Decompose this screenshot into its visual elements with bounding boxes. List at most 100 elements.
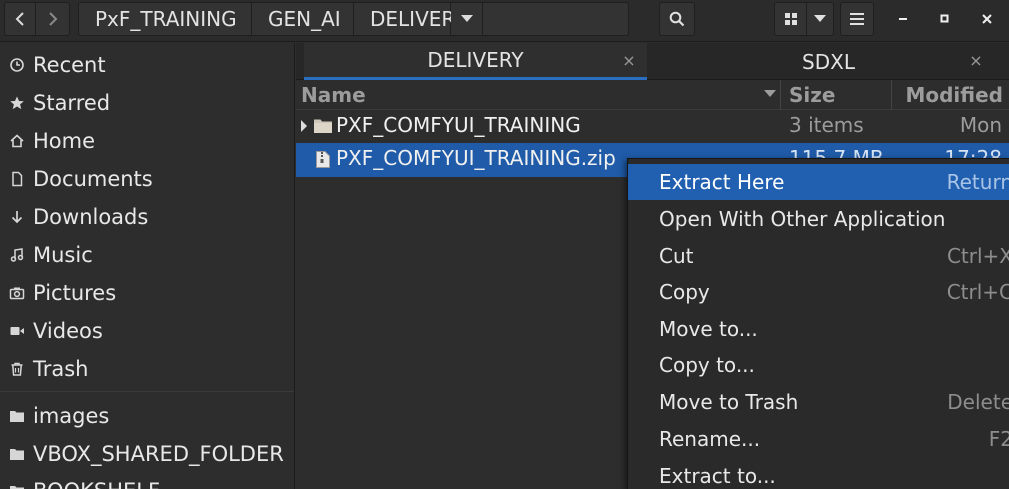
sort-descending-icon [764, 90, 776, 97]
menu-item-label: Open With Other Application [659, 207, 946, 231]
context-menu: Extract Here Return Open With Other Appl… [627, 158, 1009, 489]
file-name: PXF_COMFYUI_TRAINING.zip [336, 146, 616, 170]
breadcrumb-item[interactable]: GEN_AI [252, 2, 354, 36]
search-button[interactable] [659, 2, 695, 36]
close-icon[interactable]: × [968, 51, 984, 70]
breadcrumb-item[interactable]: PxF_TRAINING [78, 2, 252, 36]
sidebar-bookmark-vbox-shared-folder[interactable]: VBOX_SHARED_FOLDER [0, 436, 294, 472]
tab-label: SDXL [802, 49, 855, 74]
sidebar-item-downloads[interactable]: Downloads [0, 199, 294, 235]
maximize-button[interactable] [930, 6, 960, 32]
search-icon [669, 11, 685, 27]
close-button[interactable] [972, 6, 1002, 32]
sidebar-item-documents[interactable]: Documents [0, 161, 294, 197]
sidebar-item-label: VBOX_SHARED_FOLDER [33, 442, 284, 466]
sidebar-item-label: Downloads [33, 205, 149, 229]
menu-item-extract-to[interactable]: Extract to... [628, 458, 1009, 489]
forward-button[interactable] [36, 2, 70, 36]
file-row[interactable]: PXF_COMFYUI_TRAINING 3 items Mon [296, 110, 1009, 144]
hamburger-menu-icon [850, 13, 864, 25]
menu-item-shortcut: Return [946, 170, 1009, 194]
clock-icon [9, 57, 25, 73]
main-menu-button[interactable] [840, 2, 874, 36]
sidebar-item-home[interactable]: Home [0, 123, 294, 159]
menu-item-copy-to[interactable]: Copy to... [628, 347, 1009, 383]
column-label: Modified [905, 83, 1003, 107]
sidebar-item-label: BOOKSHELF [33, 479, 160, 489]
menu-item-label: Move to Trash [659, 390, 799, 414]
breadcrumb-dropdown-button[interactable] [451, 2, 483, 36]
view-toggle-button[interactable] [774, 2, 807, 36]
sidebar-item-starred[interactable]: Starred [0, 85, 294, 121]
column-label: Name [301, 83, 366, 107]
menu-item-label: Copy to... [659, 353, 755, 377]
home-icon [9, 133, 25, 149]
back-button[interactable] [4, 2, 36, 36]
sidebar-item-label: Music [33, 243, 93, 267]
breadcrumb-item[interactable]: DELIVERY [354, 2, 466, 36]
caret-down-icon [460, 15, 473, 22]
sidebar-item-label: Starred [33, 91, 111, 115]
sidebar-item-label: Trash [33, 357, 89, 381]
star-icon [9, 95, 25, 111]
download-icon [9, 209, 25, 225]
menu-item-label: Move to... [659, 317, 758, 341]
music-icon [9, 247, 25, 263]
column-name[interactable]: Name [301, 80, 779, 110]
trash-icon [9, 361, 25, 377]
sidebar-item-label: images [33, 404, 110, 428]
chevron-left-icon [15, 12, 24, 26]
breadcrumb-empty-area[interactable] [483, 2, 629, 36]
view-options-button[interactable] [807, 2, 834, 36]
file-size: 3 items [789, 113, 864, 137]
chevron-right-icon [48, 12, 57, 26]
column-label: Size [789, 83, 836, 107]
menu-item-label: Cut [659, 244, 694, 268]
breadcrumb: PxF_TRAINING GEN_AI DELIVERY [78, 2, 629, 36]
tab-label: DELIVERY [427, 48, 524, 72]
folder-icon [9, 483, 25, 489]
column-header: Name Size Modified [296, 80, 1009, 110]
menu-item-shortcut: Delete [947, 390, 1009, 414]
sidebar-item-recent[interactable]: Recent [0, 47, 294, 83]
menu-item-open-with[interactable]: Open With Other Application [628, 201, 1009, 237]
menu-item-shortcut: Ctrl+C [946, 280, 1009, 304]
sidebar-item-label: Videos [33, 319, 103, 343]
tab-delivery[interactable]: DELIVERY × [304, 43, 647, 80]
tab-sdxl[interactable]: SDXL × [648, 43, 1009, 80]
sidebar-item-pictures[interactable]: Pictures [0, 275, 294, 311]
menu-item-rename[interactable]: Rename... F2 [628, 421, 1009, 457]
sidebar-item-label: Documents [33, 167, 153, 191]
tab-bar: DELIVERY × SDXL × [296, 43, 1009, 80]
menu-item-move-to[interactable]: Move to... [628, 311, 1009, 347]
menu-item-cut[interactable]: Cut Ctrl+X [628, 238, 1009, 274]
menu-item-label: Extract Here [659, 170, 785, 194]
sidebar-item-label: Home [33, 129, 96, 153]
menu-item-extract-here[interactable]: Extract Here Return [628, 164, 1009, 200]
column-size[interactable]: Size [780, 80, 890, 110]
expand-arrow-icon[interactable] [300, 120, 308, 132]
menu-item-copy[interactable]: Copy Ctrl+C [628, 274, 1009, 310]
file-name: PXF_COMFYUI_TRAINING [336, 113, 581, 137]
sidebar-item-trash[interactable]: Trash [0, 351, 294, 387]
menu-item-shortcut: Ctrl+X [946, 244, 1009, 268]
close-icon [982, 14, 992, 24]
close-icon[interactable]: × [621, 51, 637, 70]
minimize-button[interactable] [889, 6, 919, 32]
zip-archive-icon [316, 151, 330, 168]
folder-icon [9, 408, 25, 424]
camera-icon [9, 285, 25, 301]
sidebar-item-label: Pictures [33, 281, 117, 305]
sidebar-item-music[interactable]: Music [0, 237, 294, 273]
sidebar-item-videos[interactable]: Videos [0, 313, 294, 349]
menu-item-move-to-trash[interactable]: Move to Trash Delete [628, 384, 1009, 420]
sidebar-bookmark-images[interactable]: images [0, 398, 294, 434]
sidebar-divider [0, 391, 294, 392]
menu-item-label: Copy [659, 280, 710, 304]
menu-item-label: Rename... [659, 427, 761, 451]
column-modified[interactable]: Modified [891, 80, 1009, 110]
sidebar-item-label: Recent [33, 53, 106, 77]
folder-icon [314, 119, 332, 133]
file-modified: Mon [959, 113, 1002, 137]
sidebar-bookmark-bookshelf[interactable]: BOOKSHELF [0, 473, 294, 489]
